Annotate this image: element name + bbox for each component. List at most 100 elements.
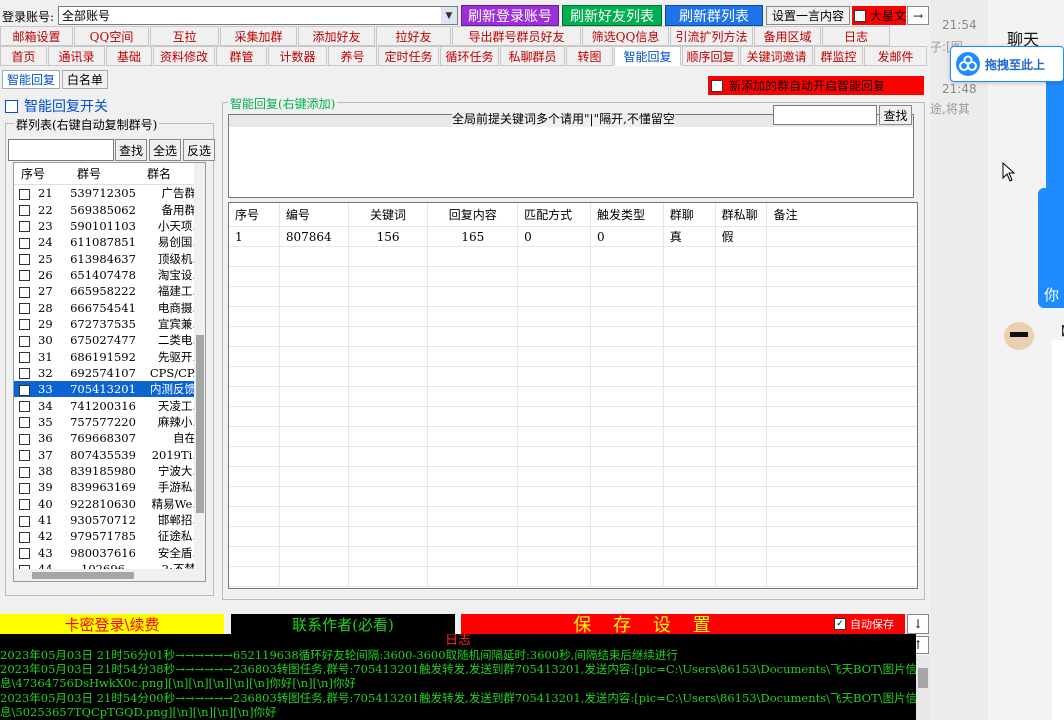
tab-top-8[interactable]: 引流扩列方法 [670,26,753,46]
row-checkbox[interactable] [18,237,30,249]
list-item[interactable]: 32 692574107 CPS/CP. [14,365,205,381]
tab-6[interactable]: 养号 [328,46,377,66]
log-scrollbar[interactable] [916,656,930,720]
row-checkbox[interactable] [18,188,30,200]
auto-open-check-box[interactable] [711,79,723,92]
tab-14[interactable]: 群监控 [814,46,863,66]
row-checkbox[interactable] [18,335,30,347]
reply-table[interactable]: 序号 编号 关键词 回复内容 匹配方式 触发类型 群聊 群私聊 备注 1 807… [228,202,918,589]
group-list-vscroll[interactable] [194,163,205,581]
list-item[interactable]: 28 666754541 电商摄. [14,299,205,315]
tab-top-9[interactable]: 备用区域 [754,26,821,46]
subtab-smart-reply[interactable]: 智能回复 [2,70,60,89]
list-item[interactable]: 34 741200316 天凌工. [14,397,205,413]
tab-top-7[interactable]: 筛选QQ信息 [582,26,669,46]
tab-0[interactable]: 首页 [0,46,47,66]
tab-12[interactable]: 顺序回复 [682,46,739,66]
row-checkbox[interactable] [18,531,30,543]
group-find-button[interactable]: 查找 [115,139,147,161]
smart-reply-switch[interactable]: 智能回复开关 [5,96,108,116]
star-check-box[interactable] [854,9,866,22]
tab-top-1[interactable]: QQ空间 [74,26,149,46]
list-item[interactable]: 27 665958222 福建工. [14,283,205,299]
row-checkbox[interactable] [18,499,30,511]
tab-4[interactable]: 群管 [216,46,267,66]
row-checkbox[interactable] [18,384,30,396]
drag-tooltip[interactable]: 拖拽至此上 [950,46,1064,82]
login-account-select[interactable]: 全部账号 ▼ [58,6,458,25]
row-checkbox[interactable] [18,482,30,494]
list-item[interactable]: 35 757577220 麻辣小. [14,414,205,430]
group-search-input[interactable] [8,139,114,161]
log-scroll-thumb[interactable] [918,668,928,688]
list-item[interactable]: 29 672737535 宜宾兼. [14,316,205,332]
list-item[interactable]: 38 839185980 宁波大. [14,463,205,479]
list-item[interactable]: 42 979571785 征途私. [14,528,205,544]
arrow-right-icon[interactable]: → [907,6,929,25]
row-checkbox[interactable] [18,352,30,364]
tab-top-5[interactable]: 拉好友 [376,26,451,46]
row-checkbox[interactable] [18,433,30,445]
auto-open-checkbox[interactable]: 新添加的群自动开启智能回复 [708,76,924,95]
tab-top-3[interactable]: 采集加群 [220,26,297,46]
list-item[interactable]: 39 839963169 手游私. [14,479,205,495]
select-all-button[interactable]: 全选 [149,139,181,161]
list-item[interactable]: 26 651407478 淘宝设. [14,267,205,283]
row-checkbox[interactable] [18,401,30,413]
list-item[interactable]: 37 807435539 2019Ti. [14,447,205,463]
list-item[interactable]: 21 539712305 广告群 [14,185,205,201]
tab-top-2[interactable]: 互拉 [150,26,219,46]
tab-top-10[interactable]: 日志 [822,26,890,46]
list-item[interactable]: 40 922810630 精易We. [14,496,205,512]
group-list[interactable]: 序号 群号 群名 21 539712305 广告群 22 569385062 备用群 23 5… [13,162,206,582]
refresh-friends-button[interactable]: 刷新好友列表 [562,5,662,26]
refresh-groups-button[interactable]: 刷新群列表 [665,5,763,26]
row-checkbox[interactable] [18,368,30,380]
tab-15[interactable]: 发邮件 [864,46,927,66]
set-one-line-button[interactable]: 设置一言内容 [766,6,850,25]
auto-save-checkbox[interactable]: ✓ 自动保存 [831,614,905,634]
smart-reply-switch-box[interactable] [5,99,18,113]
save-settings-button[interactable]: 保 存 设 置 [461,614,831,634]
arrow-down-icon[interactable]: ↓ [907,614,929,634]
row-checkbox[interactable] [18,286,30,298]
row-checkbox[interactable] [18,450,30,462]
tab-10[interactable]: 转图 [566,46,613,66]
tab-top-0[interactable]: 邮箱设置 [0,26,73,46]
list-item[interactable]: 25 613984637 顶级机. [14,250,205,266]
reply-search-input[interactable] [773,105,877,125]
avatar[interactable] [1004,322,1034,350]
check-icon[interactable]: ✓ [834,618,846,630]
tab-2[interactable]: 基础 [106,46,152,66]
list-item[interactable]: 30 675027477 二类电. [14,332,205,348]
list-item[interactable]: 33 705413201 内测反馈 [14,381,205,398]
list-item[interactable]: 31 686191592 先驱开. [14,348,205,364]
row-checkbox[interactable] [18,466,30,478]
refresh-login-button[interactable]: 刷新登录账号 [461,5,559,26]
list-item[interactable]: 22 569385062 备用群 [14,201,205,217]
list-item[interactable]: 41 930570712 邯郸招. [14,512,205,528]
row-checkbox[interactable] [18,319,30,331]
subtab-whitelist[interactable]: 白名单 [62,70,108,89]
invert-select-button[interactable]: 反选 [183,139,215,161]
tab-7[interactable]: 定时任务 [378,46,439,66]
tab-13[interactable]: 关键词邀请 [740,46,813,66]
row-checkbox[interactable] [18,205,30,217]
row-checkbox[interactable] [18,270,30,282]
tab-11[interactable]: 智能回复 [614,46,681,66]
tab-3[interactable]: 资料修改 [153,46,215,66]
list-item[interactable]: 23 590101103 小天项. [14,218,205,234]
row-checkbox[interactable] [18,548,30,560]
tab-5[interactable]: 计数器 [268,46,327,66]
tab-top-6[interactable]: 导出群号群员好友 [452,26,581,46]
tab-1[interactable]: 通讯录 [48,46,105,66]
tab-9[interactable]: 私聊群员 [500,46,565,66]
list-item[interactable]: 43 980037616 安全盾. [14,545,205,561]
vscroll-thumb[interactable] [196,335,204,513]
row-checkbox[interactable] [18,303,30,315]
card-login-button[interactable]: 卡密登录\续费 [0,614,224,634]
row-checkbox[interactable] [18,254,30,266]
group-list-hscroll[interactable] [14,569,194,581]
chevron-down-icon[interactable]: ▼ [441,7,457,24]
table-row[interactable]: 1 807864 156 165 0 0 真 假 [229,227,917,247]
